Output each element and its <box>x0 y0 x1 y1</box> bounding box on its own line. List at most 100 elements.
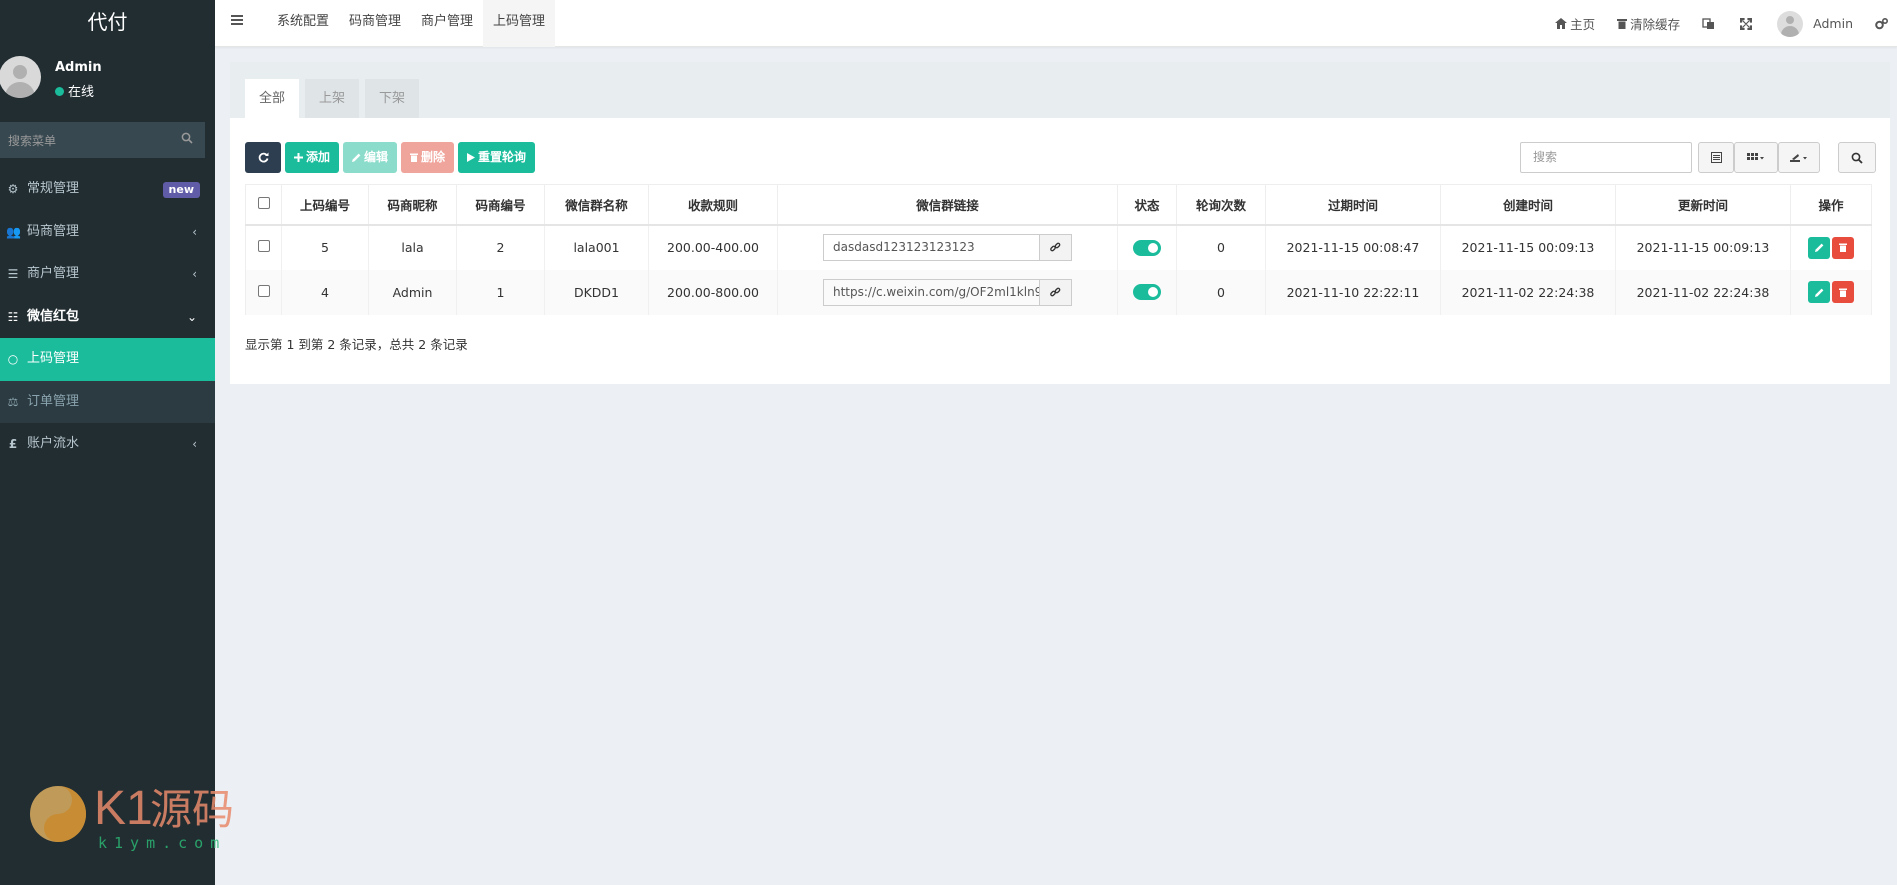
user-panel: Admin 在线 <box>0 44 215 122</box>
watermark-logo: K1 源码 k1ym.com <box>30 782 234 852</box>
chevron-left-icon: ‹ <box>192 224 197 239</box>
gears-icon <box>1875 17 1888 29</box>
open-link-button[interactable] <box>1040 278 1072 306</box>
row-edit-button[interactable] <box>1808 236 1830 259</box>
sidebar-item-orders[interactable]: ⚖ 订单管理 <box>0 380 215 423</box>
fullscreen-button[interactable] <box>1729 17 1766 30</box>
tab-all[interactable]: 全部 <box>245 79 300 118</box>
col-header: 操作 <box>1790 184 1872 226</box>
nav-link-code-merchant[interactable]: 码商管理 <box>339 0 411 47</box>
delete-button[interactable]: 删除 <box>401 142 455 173</box>
sidebar-item-wechat-redpack[interactable]: ☷ 微信红包 ⌄ <box>0 296 215 339</box>
cell-rule: 200.00-800.00 <box>648 269 778 315</box>
refresh-icon <box>258 152 268 163</box>
avatar <box>0 56 41 98</box>
home-link[interactable]: 主页 <box>1544 14 1606 33</box>
export-icon <box>1790 153 1807 162</box>
table-row: 4 Admin 1 DKDD1 200.00-800.00 https://c.… <box>245 269 1872 315</box>
tab-on-shelf[interactable]: 上架 <box>305 79 360 118</box>
plus-icon <box>294 153 303 162</box>
columns-dropdown-button[interactable] <box>1734 142 1778 173</box>
group-link-input[interactable]: dasdasd123123123123 <box>823 234 1040 261</box>
cell-group-name: DKDD1 <box>544 269 649 315</box>
row-checkbox[interactable] <box>257 284 270 297</box>
open-link-button[interactable] <box>1040 234 1072 261</box>
table-list-icon <box>1710 152 1722 163</box>
cell-link: dasdasd123123123123 <box>777 224 1118 270</box>
circle-icon: ○ <box>7 352 19 366</box>
link-icon <box>1050 242 1061 252</box>
reset-polling-button[interactable]: 重置轮询 <box>458 142 536 173</box>
group-link-input[interactable]: https://c.weixin.com/g/OF2ml1kln98h <box>823 278 1040 306</box>
language-button[interactable] <box>1691 17 1729 30</box>
row-checkbox[interactable] <box>257 240 270 252</box>
status-toggle[interactable] <box>1133 239 1161 256</box>
menu-search-input[interactable]: 搜索菜单 <box>0 122 205 158</box>
sidebar-item-code-merchant[interactable]: 👥 码商管理 ‹ <box>0 211 215 254</box>
grid-icon <box>1747 152 1764 160</box>
row-delete-button[interactable] <box>1832 236 1854 259</box>
col-header[interactable]: 码商编号 <box>456 184 545 226</box>
tab-off-shelf[interactable]: 下架 <box>365 79 420 118</box>
row-select-cell <box>245 224 282 270</box>
hamburger-icon[interactable] <box>231 14 243 26</box>
export-dropdown-button[interactable] <box>1778 142 1820 173</box>
col-header[interactable]: 码商昵称 <box>368 184 457 226</box>
users-icon: 👥 <box>6 224 21 239</box>
svg-text:源码: 源码 <box>150 785 234 834</box>
expand-icon <box>1740 17 1753 30</box>
cell-rule: 200.00-400.00 <box>648 224 778 270</box>
col-header[interactable]: 创建时间 <box>1440 184 1616 226</box>
col-header[interactable]: 轮询次数 <box>1176 184 1266 226</box>
cell-id: 4 <box>281 269 369 315</box>
cell-group-name: lala001 <box>544 224 649 270</box>
advanced-search-button[interactable] <box>1838 142 1876 173</box>
nav-link-system-config[interactable]: 系统配置 <box>267 0 339 47</box>
row-edit-button[interactable] <box>1808 281 1830 303</box>
gears-icon: ⚙ <box>7 182 19 196</box>
settings-button[interactable] <box>1864 17 1897 30</box>
cell-id: 5 <box>281 224 369 270</box>
nav-link-code-upload[interactable]: 上码管理 <box>483 0 556 47</box>
col-header[interactable]: 收款规则 <box>648 184 778 226</box>
pencil-icon <box>352 153 361 162</box>
col-header[interactable]: 状态 <box>1117 184 1177 226</box>
top-navbar: 系统配置 码商管理 商户管理 上码管理 主页 清除缓存 Admin <box>215 0 1897 47</box>
refresh-button[interactable] <box>245 142 281 173</box>
select-all-checkbox[interactable] <box>257 196 270 209</box>
clear-cache-button[interactable]: 清除缓存 <box>1606 14 1691 33</box>
status-toggle[interactable] <box>1133 284 1161 301</box>
status-tabs: 全部 上架 下架 <box>245 79 425 118</box>
sidebar-menu: ⚙ 常规管理 new 👥 码商管理 ‹ ☰ 商户管理 ‹ ☷ 微信红包 ⌄ ○ … <box>0 168 215 466</box>
chevron-left-icon: ‹ <box>192 267 197 281</box>
col-header[interactable]: 更新时间 <box>1615 184 1791 226</box>
sidebar-item-code-upload[interactable]: ○ 上码管理 <box>0 338 215 381</box>
add-button[interactable]: 添加 <box>285 142 340 173</box>
sidebar-item-account-flow[interactable]: £ 账户流水 ‹ <box>0 423 215 466</box>
col-header[interactable]: 微信群名称 <box>544 184 649 226</box>
online-dot-icon <box>55 87 64 96</box>
user-menu[interactable]: Admin <box>1766 10 1864 37</box>
cell-merchant-no: 1 <box>456 269 545 315</box>
sidebar-item-merchant[interactable]: ☰ 商户管理 ‹ <box>0 253 215 296</box>
cell-polls: 0 <box>1176 269 1266 315</box>
toggle-view-button[interactable] <box>1698 142 1734 173</box>
sidebar-item-general[interactable]: ⚙ 常规管理 new <box>0 168 215 211</box>
col-header[interactable]: 过期时间 <box>1265 184 1441 226</box>
table-search-input[interactable]: 搜索 <box>1520 142 1692 173</box>
trash-icon <box>410 153 419 162</box>
cell-expire: 2021-11-15 00:08:47 <box>1265 224 1441 270</box>
code-upload-table: 上码编号 码商昵称 码商编号 微信群名称 收款规则 微信群链接 状态 轮询次数 … <box>245 184 1872 315</box>
col-header[interactable]: 微信群链接 <box>777 184 1118 226</box>
search-icon[interactable] <box>181 132 193 144</box>
cell-updated: 2021-11-02 22:24:38 <box>1615 269 1791 315</box>
col-header[interactable]: 上码编号 <box>281 184 369 226</box>
nav-link-merchant[interactable]: 商户管理 <box>411 0 483 47</box>
search-icon <box>1851 152 1863 164</box>
row-delete-button[interactable] <box>1832 281 1854 303</box>
link-icon <box>1050 287 1061 296</box>
app-logo[interactable]: 代付 <box>0 0 215 44</box>
pound-icon: £ <box>8 437 18 451</box>
edit-button[interactable]: 编辑 <box>343 142 398 173</box>
new-badge: new <box>162 182 200 198</box>
